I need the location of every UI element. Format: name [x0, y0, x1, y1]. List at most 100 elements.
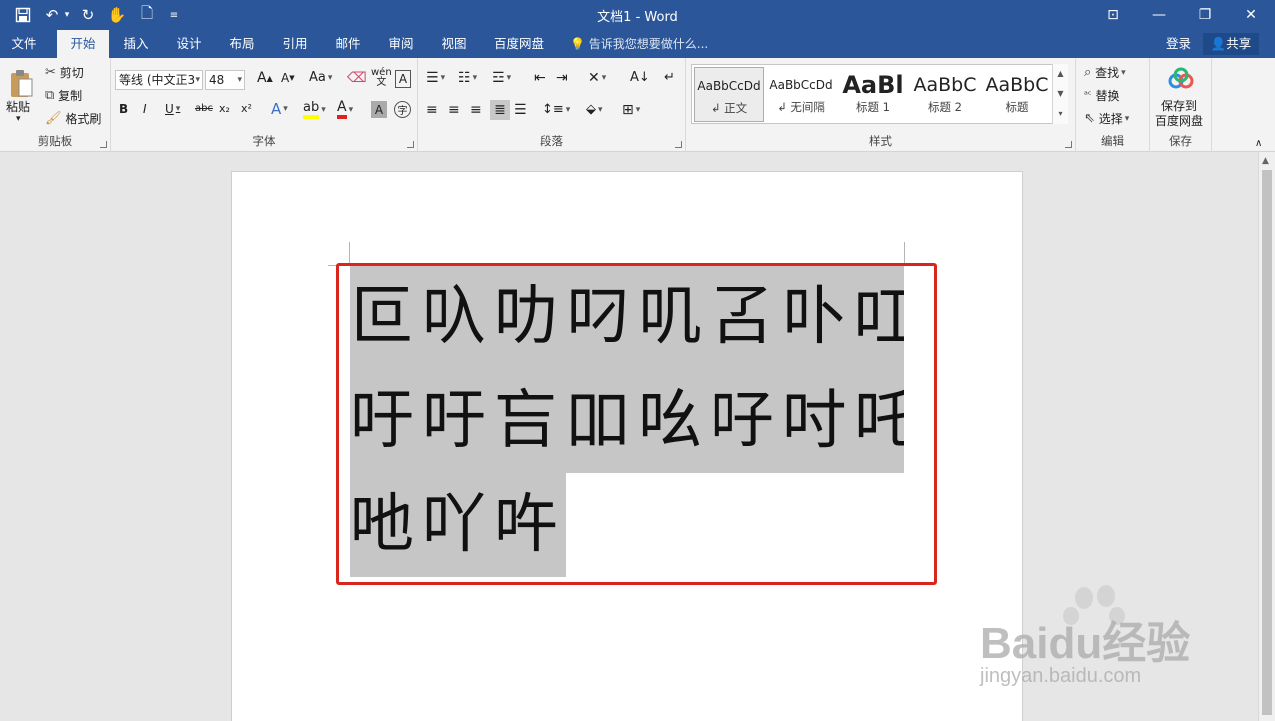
styles-launcher-icon[interactable] [1065, 141, 1072, 148]
format-painter-label: 格式刷 [65, 112, 102, 126]
font-name-combo[interactable]: 等线 (中文正3 ▾ [115, 70, 203, 90]
borders-icon[interactable]: ⊞ ▾ [622, 102, 640, 118]
bold-button[interactable]: B [119, 102, 128, 116]
style-no-spacing[interactable]: AaBbCcDd ↲ 无间隔 [766, 67, 836, 122]
grow-font-icon[interactable]: A ▲ [257, 70, 273, 86]
gallery-more-icon[interactable]: ▾ [1053, 104, 1068, 124]
collapse-ribbon-icon[interactable]: ∧ [1255, 138, 1262, 149]
ribbon-display-icon[interactable]: ⊡ [1090, 0, 1136, 30]
font-size-combo[interactable]: 48 ▾ [205, 70, 245, 90]
underline-button[interactable]: U ▾ [165, 102, 180, 116]
find-label: 查找 [1095, 66, 1120, 80]
clear-formatting-icon[interactable]: ⌫ [347, 70, 367, 86]
paste-button[interactable]: 粘贴 [6, 98, 30, 115]
text-line-2[interactable]: 吁吁吂吅吆吇吋吒 [350, 369, 904, 473]
gallery-down-icon[interactable]: ▼ [1053, 84, 1068, 104]
text-line-1[interactable]: 叵叺叻叼叽叾卟叿 [350, 265, 904, 369]
text-line-3[interactable]: 吔吖吘↵ [350, 473, 904, 577]
font-label: 字体 [252, 134, 276, 148]
multilevel-list-icon[interactable]: ☲ ▾ [492, 70, 511, 86]
clipboard-group: 粘贴 ▾ ✂ 剪切 ⧉ 复制 🖌 格式刷 剪贴板 [0, 58, 111, 152]
baidu-netdisk-icon[interactable] [1167, 66, 1195, 92]
tab-references[interactable]: 引用 [271, 30, 319, 58]
tell-me-search[interactable]: 💡 告诉我您想要做什么... [570, 30, 708, 58]
scissors-icon: ✂ [45, 65, 56, 80]
paragraph-launcher-icon[interactable] [675, 141, 682, 148]
person-icon: 👤 [1210, 36, 1227, 51]
increase-indent-icon[interactable]: ⇥ [556, 70, 568, 86]
character-shading-icon[interactable]: A [371, 101, 387, 118]
style-heading-1-name: 标题 1 [856, 100, 890, 114]
scroll-up-icon[interactable]: ▲ [1262, 156, 1269, 166]
paragraph-label: 段落 [540, 134, 563, 148]
change-case-icon[interactable]: Aa ▾ [309, 70, 332, 85]
shading-icon[interactable]: ⬙ ▾ [586, 102, 603, 117]
superscript-button[interactable]: x² [241, 102, 252, 115]
clipboard-launcher-icon[interactable] [100, 141, 107, 148]
minimize-icon[interactable]: — [1136, 0, 1182, 30]
tab-mailings[interactable]: 邮件 [324, 30, 372, 58]
selected-text: 叵叺叻叼叽叾卟叿 [350, 265, 904, 369]
style-heading-2[interactable]: AaBbC 标题 2 [910, 67, 980, 122]
ribbon-tabs: 文件 开始 插入 设计 布局 引用 邮件 审阅 视图 百度网盘 💡 告诉我您想要… [0, 30, 1275, 58]
style-normal[interactable]: AaBbCcDd ↲ 正文 [694, 67, 764, 122]
character-border-icon[interactable]: A [395, 70, 411, 88]
document-body[interactable]: 叵叺叻叼叽叾卟叿 吁吁吂吅吆吇吋吒 吔吖吘↵ [350, 265, 904, 577]
copy-button[interactable]: ⧉ 复制 [45, 87, 82, 104]
replace-button[interactable]: ᵃᶜ 替换 [1084, 87, 1119, 104]
tab-design[interactable]: 设计 [165, 30, 213, 58]
numbering-icon[interactable]: ☷ ▾ [458, 70, 477, 86]
align-right-icon[interactable]: ≡ [470, 102, 482, 118]
strikethrough-button[interactable]: abc [195, 103, 213, 114]
save-to-label-2[interactable]: 百度网盘 [1155, 112, 1203, 129]
tab-view[interactable]: 视图 [430, 30, 478, 58]
tab-file[interactable]: 文件 [0, 30, 48, 58]
decrease-indent-icon[interactable]: ⇤ [534, 70, 546, 86]
vertical-scrollbar[interactable]: ▲ [1258, 152, 1275, 721]
cursor-icon: ⇖ [1084, 111, 1095, 126]
font-launcher-icon[interactable] [407, 141, 414, 148]
gallery-up-icon[interactable]: ▲ [1053, 64, 1068, 84]
tab-baidu-netdisk[interactable]: 百度网盘 [487, 30, 551, 58]
chevron-down-icon: ▾ [565, 104, 571, 115]
login-link[interactable]: 登录 [1166, 30, 1191, 58]
align-left-icon[interactable]: ≡ [426, 102, 438, 118]
share-button[interactable]: 👤共享 [1203, 33, 1259, 55]
font-size-value: 48 [209, 73, 225, 87]
paste-dropdown-icon[interactable]: ▾ [16, 114, 21, 124]
highlight-icon[interactable]: ab ▾ [303, 100, 326, 119]
restore-icon[interactable]: ❐ [1182, 0, 1228, 30]
center-icon[interactable]: ≡ [448, 102, 460, 118]
shrink-font-icon[interactable]: A ▼ [281, 71, 295, 85]
text-effects-icon[interactable]: A ▾ [271, 100, 288, 118]
scroll-thumb[interactable] [1262, 170, 1272, 715]
font-color-glyph: A [337, 100, 347, 119]
sort-icon[interactable]: A↓ [630, 70, 650, 85]
bullets-icon[interactable]: ☰ ▾ [426, 70, 445, 86]
phonetic-guide-icon[interactable]: wén 文 [371, 68, 392, 88]
justify-icon[interactable]: ≣ [490, 100, 510, 120]
format-painter-button[interactable]: 🖌 格式刷 [45, 110, 101, 127]
tab-home[interactable]: 开始 [57, 30, 109, 58]
chevron-down-icon: ▾ [327, 72, 333, 83]
close-icon[interactable]: ✕ [1228, 0, 1274, 30]
find-button[interactable]: ⌕ 查找 ▾ [1084, 64, 1126, 81]
show-marks-icon[interactable]: ↵ [664, 70, 675, 85]
style-heading-1[interactable]: AaBl 标题 1 [838, 67, 908, 122]
tab-review[interactable]: 审阅 [377, 30, 425, 58]
enclose-characters-icon[interactable]: 字 [394, 101, 411, 118]
style-title[interactable]: AaBbC 标题 [982, 67, 1052, 122]
chevron-down-icon: ▾ [175, 104, 181, 114]
select-button[interactable]: ⇖ 选择 ▾ [1084, 110, 1129, 127]
line-spacing-icon[interactable]: ↕≡ ▾ [542, 102, 570, 117]
italic-button[interactable]: I [143, 102, 147, 116]
font-color-icon[interactable]: A ▾ [337, 100, 353, 119]
chinese-layout-icon[interactable]: ✕ ▾ [588, 70, 606, 86]
chevron-down-icon: ▾ [1124, 113, 1130, 124]
distributed-icon[interactable]: ☰ [514, 102, 527, 118]
tab-insert[interactable]: 插入 [112, 30, 160, 58]
subscript-button[interactable]: x₂ [219, 102, 230, 115]
cut-button[interactable]: ✂ 剪切 [45, 64, 84, 81]
tab-layout[interactable]: 布局 [218, 30, 266, 58]
copy-icon: ⧉ [45, 88, 55, 103]
